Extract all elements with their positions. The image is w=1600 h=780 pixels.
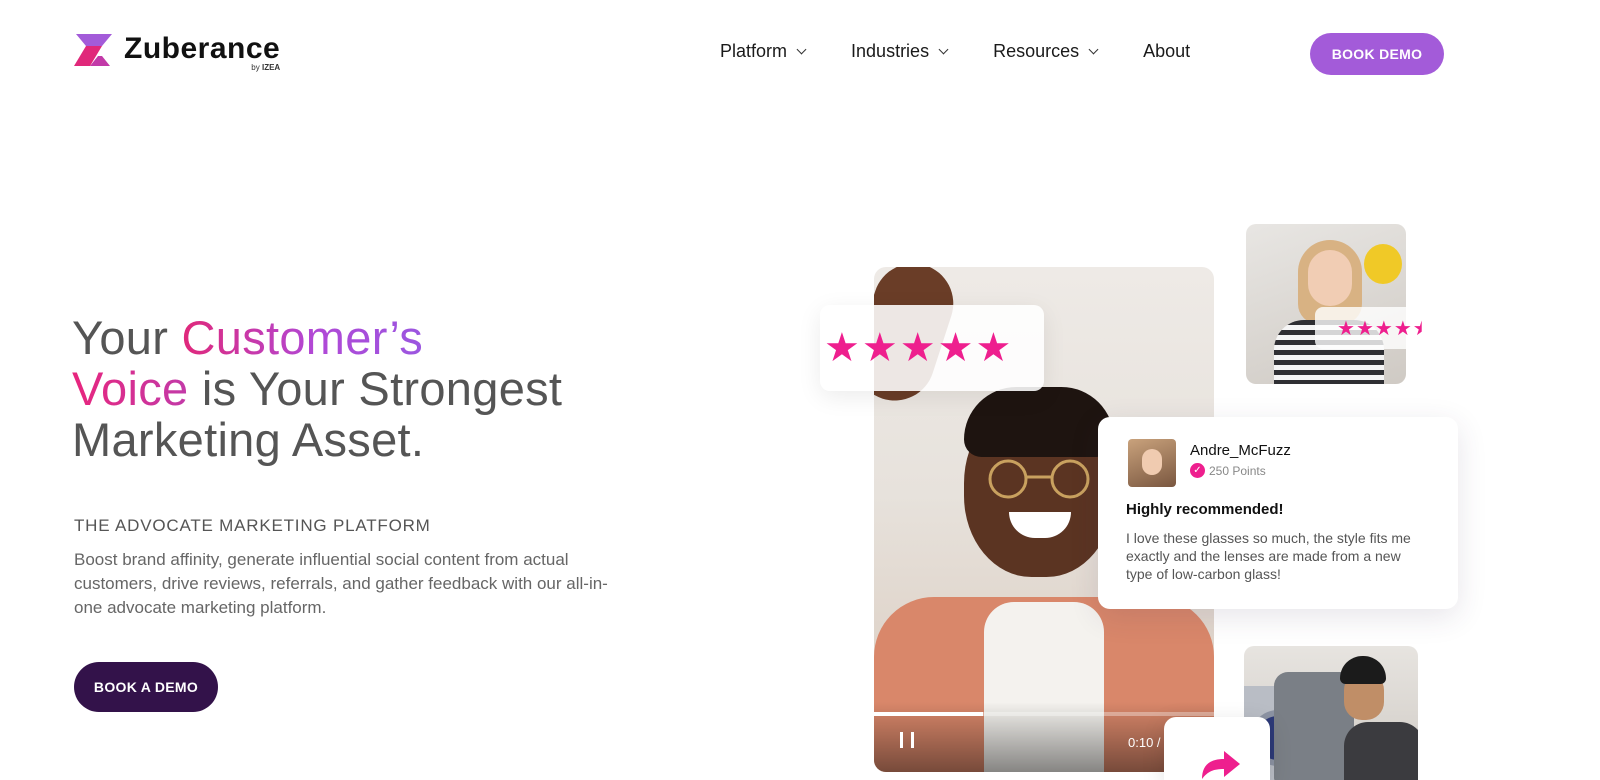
brand-logo[interactable]: Zuberance by IZEA bbox=[72, 32, 280, 72]
nav-label: Platform bbox=[720, 41, 788, 61]
headline-highlight: Customer’s bbox=[181, 311, 424, 364]
hero-eyebrow: THE ADVOCATE MARKETING PLATFORM bbox=[74, 516, 431, 535]
share-card[interactable] bbox=[1164, 717, 1270, 780]
star-icon: ★ bbox=[1337, 317, 1355, 340]
star-icon: ★ bbox=[1374, 317, 1393, 340]
star-icon: ★ bbox=[861, 326, 898, 370]
chevron-down-icon bbox=[938, 44, 949, 54]
main-nav: Platform Industries Resources About bbox=[720, 41, 1190, 62]
nav-label: About bbox=[1143, 41, 1191, 61]
pause-icon[interactable] bbox=[900, 732, 914, 748]
review-card: Andre_McFuzz ✓ 250 Points Highly recomme… bbox=[1098, 417, 1458, 609]
customer-photo-man bbox=[1244, 646, 1418, 780]
headline-highlight: Voice bbox=[72, 362, 189, 415]
book-demo-button[interactable]: BOOK DEMO bbox=[1310, 33, 1444, 75]
brand-name: Zuberance bbox=[124, 32, 281, 65]
half-star-icon: ★ bbox=[1412, 317, 1431, 340]
nav-item-industries[interactable]: Industries bbox=[851, 41, 949, 62]
review-body: I love these glasses so much, the style … bbox=[1126, 530, 1411, 582]
hero-description: Boost brand affinity, generate influenti… bbox=[74, 550, 608, 617]
check-icon: ✓ bbox=[1190, 463, 1205, 478]
video-progress-fill bbox=[874, 712, 983, 716]
hero-headline: Your Customer’s Voice is Your Strongest … bbox=[72, 311, 563, 466]
star-icon: ★ bbox=[824, 326, 860, 370]
nav-item-about[interactable]: About bbox=[1143, 41, 1190, 62]
star-icon: ★ bbox=[1355, 317, 1374, 340]
review-username: Andre_McFuzz bbox=[1190, 442, 1291, 459]
zuberance-logo-icon bbox=[74, 34, 112, 66]
chevron-down-icon bbox=[796, 44, 807, 54]
nav-label: Resources bbox=[993, 41, 1080, 61]
rating-stars-card: ★ ★ ★ ★ ★ bbox=[820, 305, 1044, 391]
star-icon: ★ bbox=[975, 326, 1012, 370]
video-progress-bar[interactable] bbox=[874, 712, 1214, 716]
star-icon: ★ bbox=[1393, 317, 1412, 340]
review-points: ✓ 250 Points bbox=[1190, 463, 1266, 478]
nav-item-resources[interactable]: Resources bbox=[993, 41, 1099, 62]
customer-photo-woman bbox=[1246, 224, 1406, 384]
star-icon: ★ bbox=[937, 326, 974, 370]
nav-label: Industries bbox=[851, 41, 930, 61]
chevron-down-icon bbox=[1088, 44, 1099, 54]
glasses-image bbox=[988, 459, 1090, 499]
mini-rating-stars: ★ ★ ★ ★ ★ bbox=[1315, 307, 1433, 349]
book-a-demo-button[interactable]: BOOK A DEMO bbox=[74, 662, 218, 712]
star-icon: ★ bbox=[899, 326, 936, 370]
nav-item-platform[interactable]: Platform bbox=[720, 41, 807, 62]
avatar bbox=[1128, 439, 1176, 487]
share-icon bbox=[1202, 751, 1240, 779]
review-title: Highly recommended! bbox=[1126, 501, 1284, 518]
video-time: 0:10 / bbox=[1128, 735, 1161, 750]
brand-byline: by IZEA bbox=[251, 63, 281, 72]
